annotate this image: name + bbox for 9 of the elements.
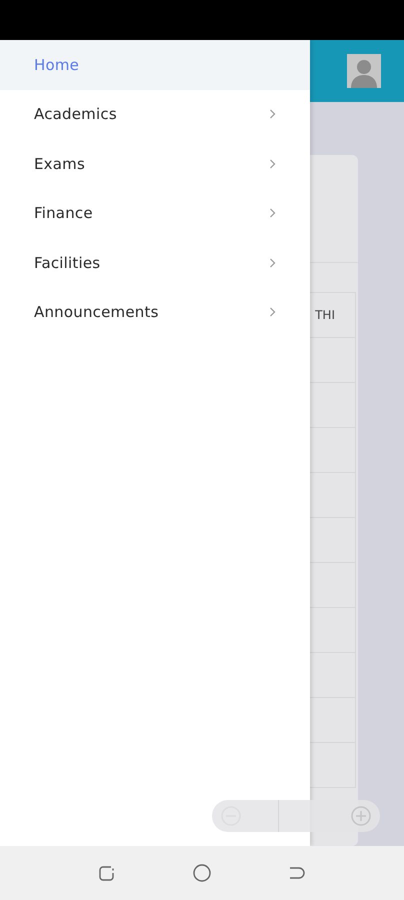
menu-item[interactable]: Home	[0, 40, 310, 90]
menu-item[interactable]: Finance	[0, 188, 310, 238]
menu-item[interactable]: Exams	[0, 139, 310, 188]
menu-item[interactable]: Announcements	[0, 288, 310, 337]
menu-item[interactable]: Facilities	[0, 238, 310, 288]
home-icon[interactable]	[192, 864, 211, 882]
menu-item[interactable]: Academics	[0, 90, 310, 139]
recent-apps-icon[interactable]	[98, 864, 116, 882]
table-cell: THI	[315, 308, 335, 322]
